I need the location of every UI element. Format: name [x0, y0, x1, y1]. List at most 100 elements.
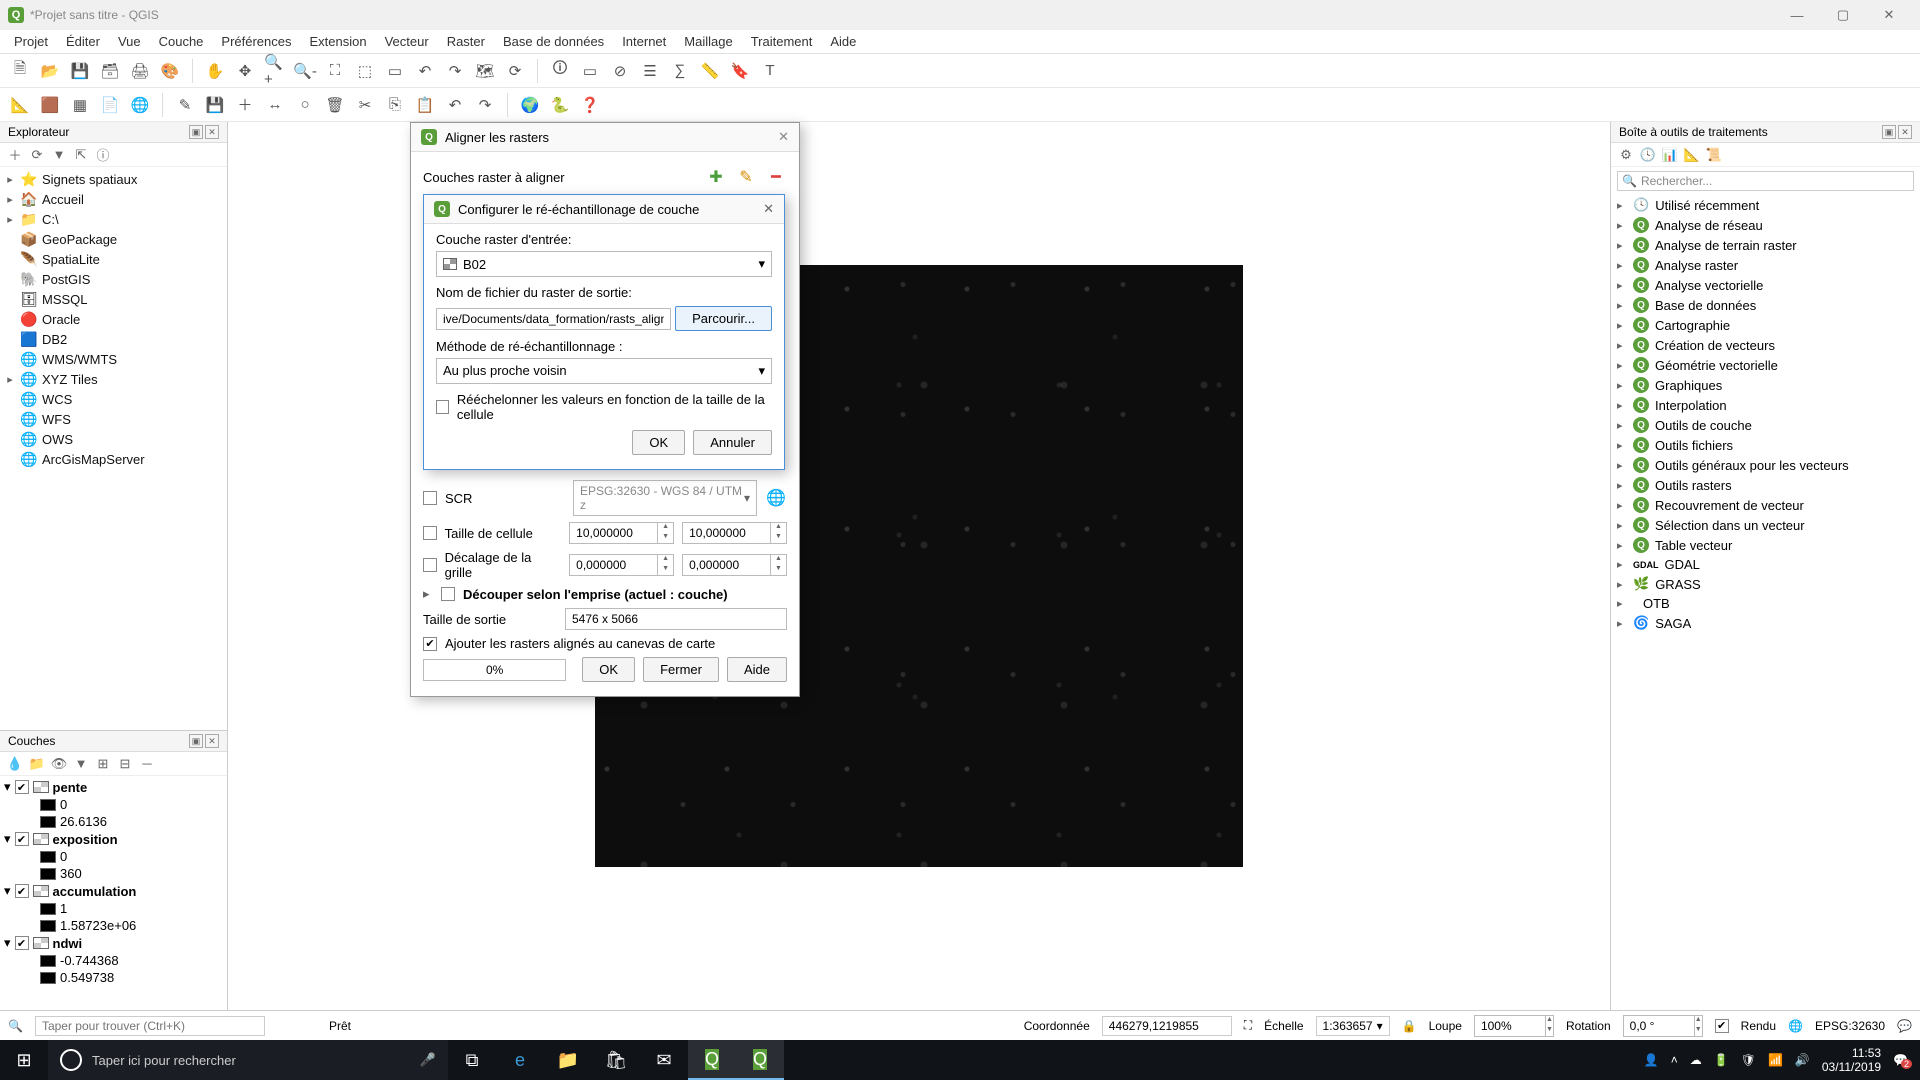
- pan-selection-icon[interactable]: ✥: [233, 59, 257, 83]
- add-feature-icon[interactable]: ＋: [233, 93, 257, 117]
- rotation-input[interactable]: ▲▼: [1623, 1015, 1703, 1037]
- collapse-all-icon[interactable]: ⊟: [116, 755, 134, 773]
- style-manager-icon[interactable]: 🎨: [158, 59, 182, 83]
- menu-vecteur[interactable]: Vecteur: [377, 32, 437, 51]
- processing-item[interactable]: ▸GDALGDAL: [1611, 555, 1920, 574]
- add-raster-icon[interactable]: 🟫: [38, 93, 62, 117]
- panel-undock-icon[interactable]: ▣: [1882, 125, 1896, 139]
- crs-icon[interactable]: 🌐: [1788, 1019, 1803, 1033]
- processing-item[interactable]: ▸QRecouvrement de vecteur: [1611, 495, 1920, 515]
- layer-item[interactable]: ▾✔accumulation: [0, 882, 227, 900]
- zoom-in-icon[interactable]: 🔍+: [263, 59, 287, 83]
- cancel-button[interactable]: Annuler: [693, 430, 772, 455]
- maximize-button[interactable]: ▢: [1820, 0, 1866, 30]
- explorer-item[interactable]: ▸🏠Accueil: [0, 189, 227, 209]
- processing-item[interactable]: ▸QSélection dans un vecteur: [1611, 515, 1920, 535]
- layer-item[interactable]: ▾✔pente: [0, 778, 227, 796]
- processing-item[interactable]: ▸QOutils rasters: [1611, 475, 1920, 495]
- rescale-checkbox[interactable]: [436, 400, 449, 414]
- layer-item[interactable]: ▾✔ndwi: [0, 934, 227, 952]
- remove-layer-icon[interactable]: －: [138, 755, 156, 773]
- menu-extension[interactable]: Extension: [302, 32, 375, 51]
- processing-search[interactable]: 🔍 Rechercher...: [1617, 171, 1914, 191]
- layer-style-icon[interactable]: 💧: [6, 755, 24, 773]
- filter-legend-icon[interactable]: ▼: [72, 755, 90, 773]
- messages-icon[interactable]: 💬: [1897, 1019, 1912, 1033]
- method-combo[interactable]: Au plus proche voisin ▾: [436, 358, 772, 384]
- menu-éditer[interactable]: Éditer: [58, 32, 108, 51]
- new-map-view-icon[interactable]: 🗺: [473, 59, 497, 83]
- scr-combo[interactable]: EPSG:32630 - WGS 84 / UTM z ▾: [573, 480, 757, 516]
- mail-icon[interactable]: ✉: [640, 1040, 688, 1080]
- processing-item[interactable]: ▸OTB: [1611, 594, 1920, 613]
- processing-item[interactable]: ▸QAnalyse de terrain raster: [1611, 235, 1920, 255]
- processing-item[interactable]: ▸QOutils généraux pour les vecteurs: [1611, 455, 1920, 475]
- plugin-help-icon[interactable]: ❓: [578, 93, 602, 117]
- help-button[interactable]: Aide: [727, 657, 787, 682]
- volume-icon[interactable]: 🔊: [1795, 1053, 1810, 1067]
- menu-base de données[interactable]: Base de données: [495, 32, 612, 51]
- locator-input[interactable]: [35, 1016, 265, 1036]
- ok-button[interactable]: OK: [582, 657, 635, 682]
- close-icon[interactable]: ✕: [763, 201, 774, 217]
- results-icon[interactable]: 📊: [1661, 146, 1679, 164]
- explorer-item[interactable]: 🌐ArcGisMapServer: [0, 449, 227, 469]
- edit-pencil-icon[interactable]: ✎: [173, 93, 197, 117]
- processing-item[interactable]: ▸🕓Utilisé récemment: [1611, 195, 1920, 215]
- processing-item[interactable]: ▸QInterpolation: [1611, 395, 1920, 415]
- attr-table-icon[interactable]: ☰: [638, 59, 662, 83]
- tray-expand-icon[interactable]: ˄: [1671, 1053, 1678, 1067]
- add-vector-icon[interactable]: 📐: [8, 93, 32, 117]
- add-wms-icon[interactable]: 🌐: [128, 93, 152, 117]
- copy-icon[interactable]: ⎘: [383, 93, 407, 117]
- crs-picker-icon[interactable]: 🌐: [765, 487, 787, 509]
- new-project-icon[interactable]: 🗎: [8, 59, 32, 83]
- paste-icon[interactable]: 📋: [413, 93, 437, 117]
- wifi-icon[interactable]: 📶: [1768, 1053, 1783, 1067]
- processing-item[interactable]: ▸QGéométrie vectorielle: [1611, 355, 1920, 375]
- undo-icon[interactable]: ↶: [443, 93, 467, 117]
- explorer-item[interactable]: 🟦DB2: [0, 329, 227, 349]
- scale-combo[interactable]: 1:363657▾: [1316, 1016, 1390, 1036]
- processing-item[interactable]: ▸QCréation de vecteurs: [1611, 335, 1920, 355]
- processing-item[interactable]: ▸QGraphiques: [1611, 375, 1920, 395]
- menu-projet[interactable]: Projet: [6, 32, 56, 51]
- scr-checkbox[interactable]: [423, 491, 437, 505]
- zoom-next-icon[interactable]: ↷: [443, 59, 467, 83]
- lock-icon[interactable]: 🔒: [1402, 1019, 1417, 1033]
- panel-close-icon[interactable]: ✕: [1898, 125, 1912, 139]
- panel-close-icon[interactable]: ✕: [205, 734, 219, 748]
- mic-icon[interactable]: 🎤: [420, 1052, 436, 1068]
- open-project-icon[interactable]: 📂: [38, 59, 62, 83]
- processing-item[interactable]: ▸QCartographie: [1611, 315, 1920, 335]
- layer-item[interactable]: ▾✔exposition: [0, 830, 227, 848]
- menu-couche[interactable]: Couche: [151, 32, 212, 51]
- processing-item[interactable]: ▸QAnalyse vectorielle: [1611, 275, 1920, 295]
- processing-item[interactable]: ▸QOutils de couche: [1611, 415, 1920, 435]
- cellsize-checkbox[interactable]: [423, 526, 437, 540]
- text-annotation-icon[interactable]: T: [758, 59, 782, 83]
- explorer-item[interactable]: 🗄MSSQL: [0, 289, 227, 309]
- node-tool-icon[interactable]: ○: [293, 93, 317, 117]
- expand-all-icon[interactable]: ⊞: [94, 755, 112, 773]
- history-icon[interactable]: 🕓: [1639, 146, 1657, 164]
- collapse-icon[interactable]: ⇱: [72, 146, 90, 164]
- cell-y-input[interactable]: ▲▼: [682, 522, 787, 544]
- layers-tree[interactable]: ▾✔pente026.6136▾✔exposition0360▾✔accumul…: [0, 776, 227, 1010]
- explorer-item[interactable]: 📦GeoPackage: [0, 229, 227, 249]
- identify-icon[interactable]: 🛈: [548, 59, 572, 83]
- gear-icon[interactable]: ⚙: [1617, 146, 1635, 164]
- security-icon[interactable]: 🛡: [1741, 1053, 1756, 1067]
- close-button[interactable]: Fermer: [643, 657, 719, 682]
- add-layer-icon[interactable]: ＋: [6, 146, 24, 164]
- processing-item[interactable]: ▸QBase de données: [1611, 295, 1920, 315]
- explorer-item[interactable]: 🌐WMS/WMTS: [0, 349, 227, 369]
- menu-traitement[interactable]: Traitement: [743, 32, 821, 51]
- onedrive-icon[interactable]: ☁: [1690, 1053, 1702, 1067]
- explorer-item[interactable]: 🪶SpatiaLite: [0, 249, 227, 269]
- refresh-icon[interactable]: ⟳: [28, 146, 46, 164]
- outsize-input[interactable]: [565, 608, 787, 630]
- offset-x-input[interactable]: ▲▼: [569, 554, 674, 576]
- cell-x-input[interactable]: ▲▼: [569, 522, 674, 544]
- browse-button[interactable]: Parcourir...: [675, 306, 772, 331]
